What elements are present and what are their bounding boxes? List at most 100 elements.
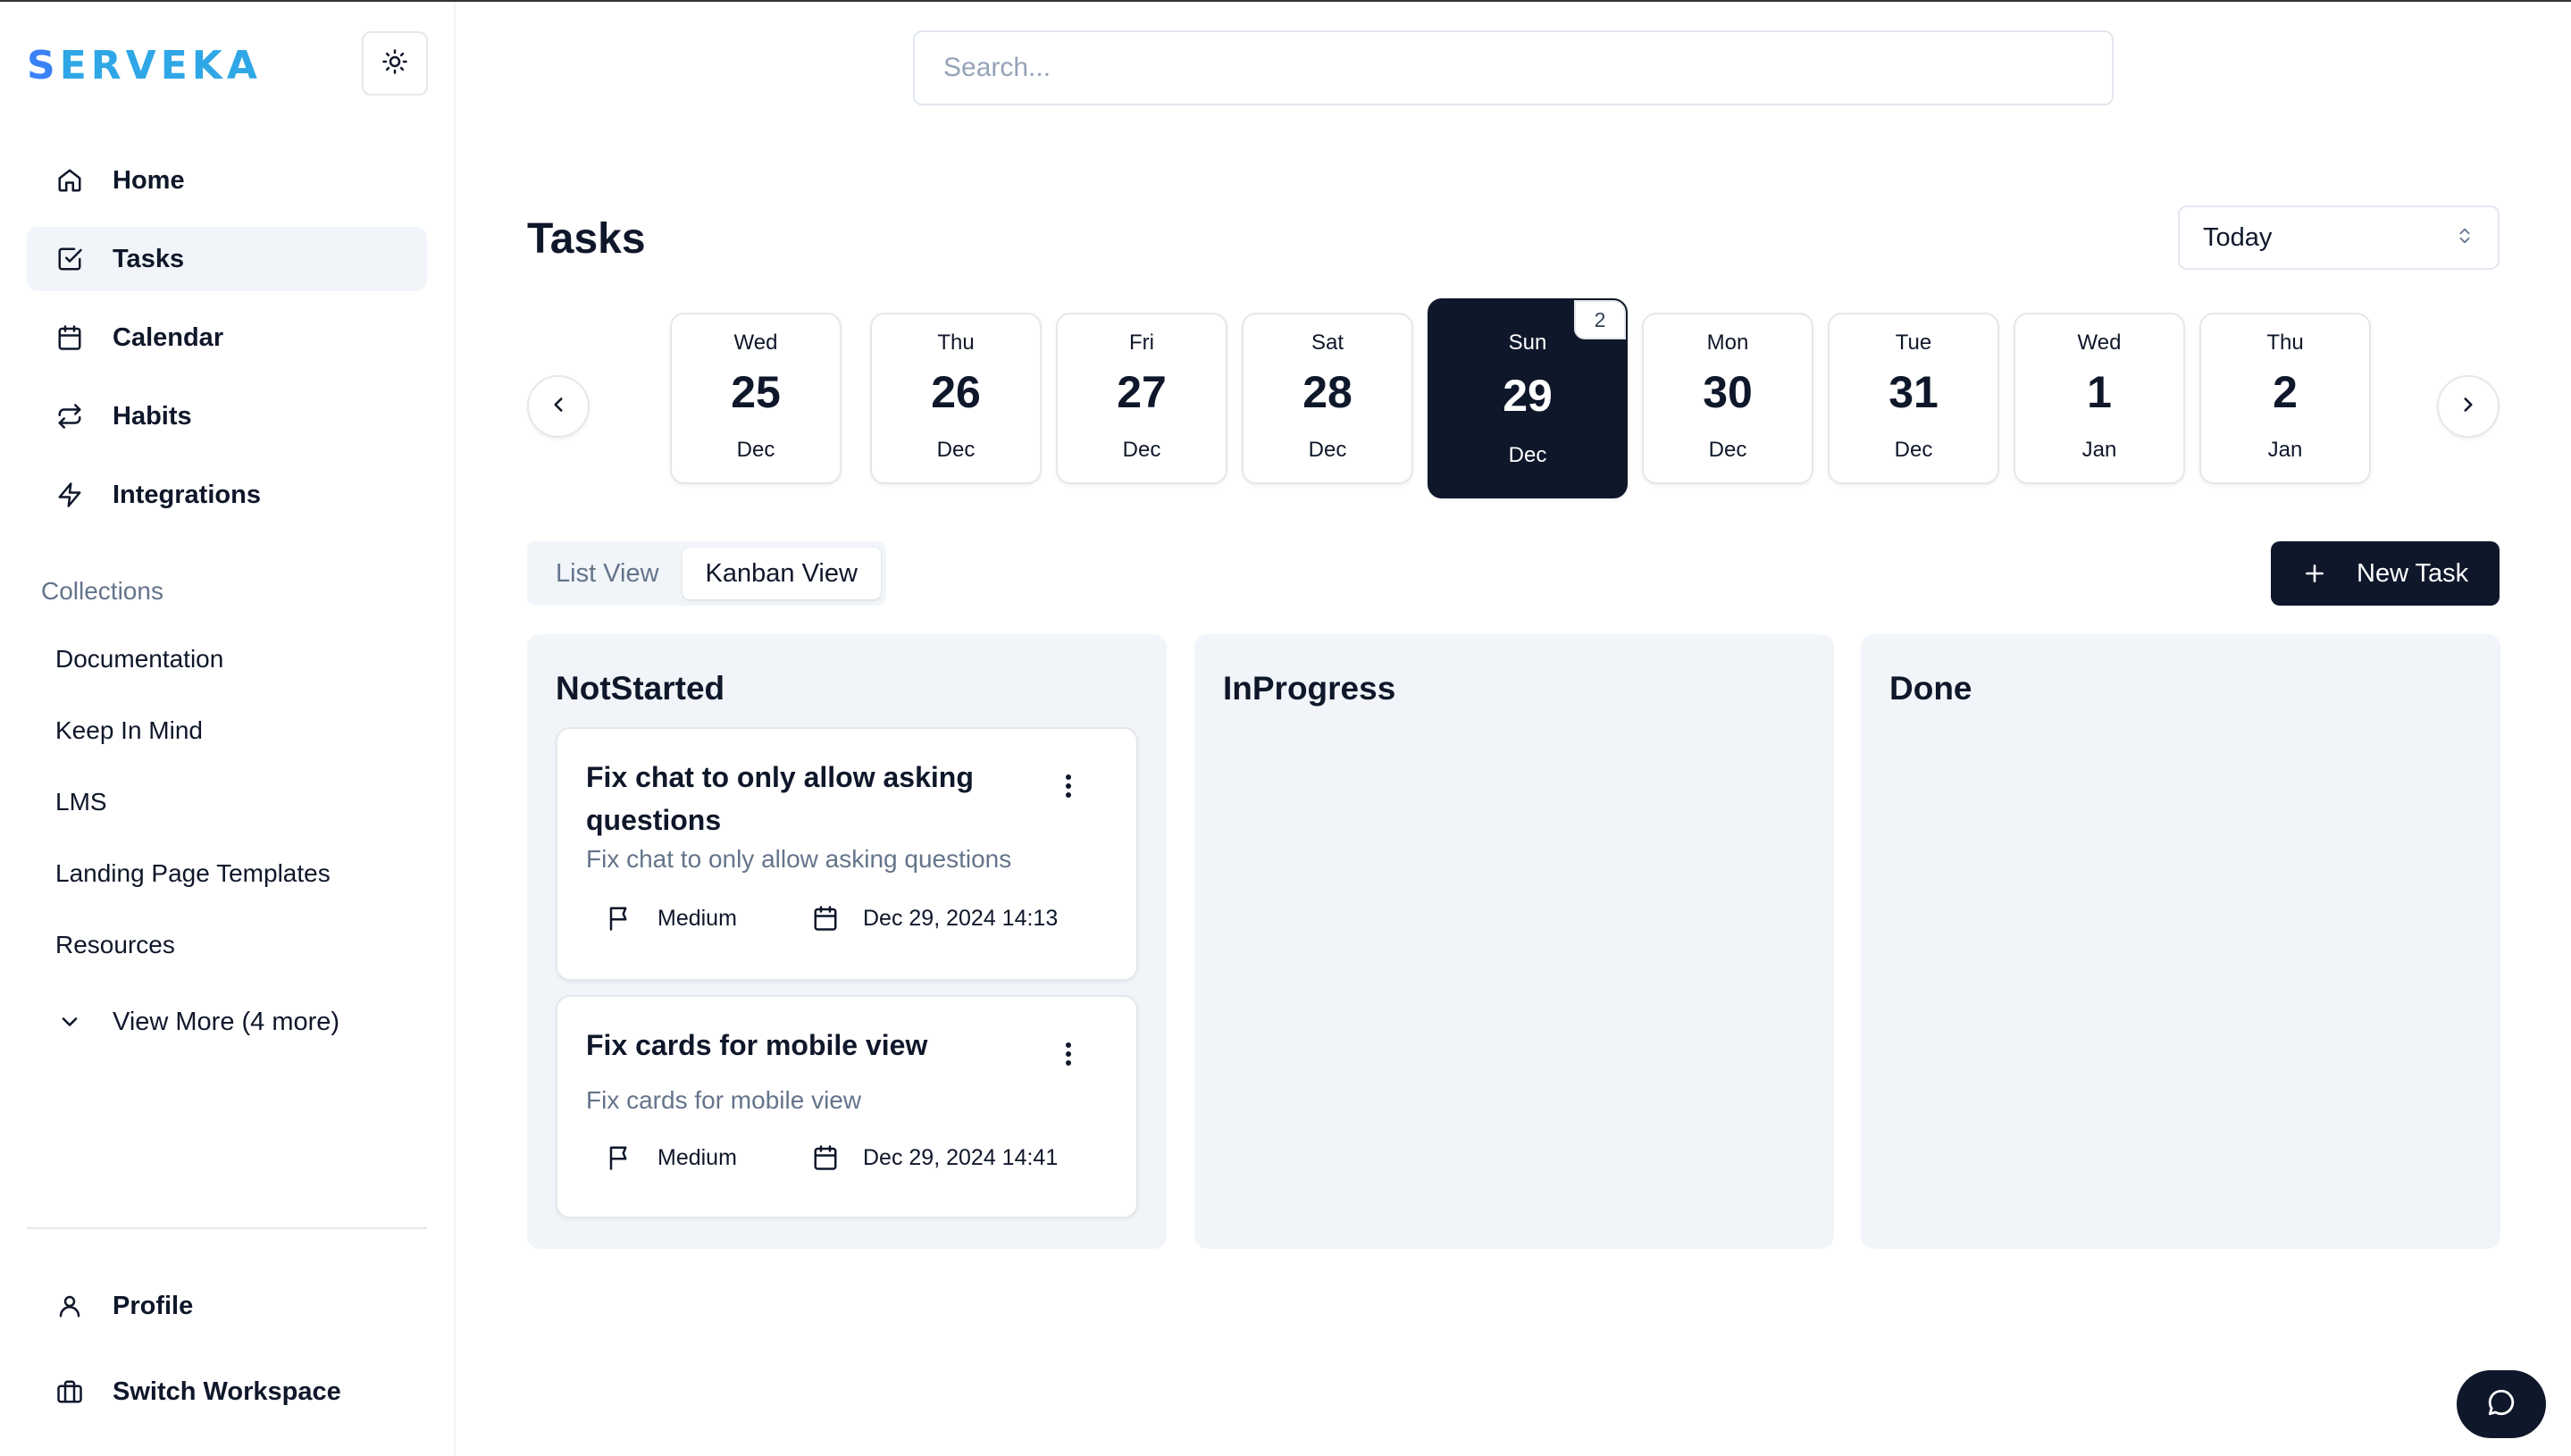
repeat-icon bbox=[54, 400, 86, 432]
day-card[interactable]: Fri 27 Dec bbox=[1056, 313, 1227, 484]
sidebar: S ERVEKA Home Tasks Calendar Habits Integ… bbox=[0, 2, 456, 1456]
date-strip: Wed 25 Dec Thu 26 Dec Fri 27 Dec Sat 28 … bbox=[527, 298, 2500, 498]
view-toggle: List View Kanban View bbox=[527, 541, 886, 606]
column-title: NotStarted bbox=[556, 670, 725, 707]
task-title: Fix cards for mobile view bbox=[586, 1029, 928, 1061]
kanban-column-not-started: NotStarted Fix chat to only allow asking… bbox=[527, 634, 1167, 1249]
day-month: Dec bbox=[1708, 438, 1747, 462]
search-input[interactable] bbox=[913, 30, 2114, 105]
day-number: 28 bbox=[1302, 367, 1352, 417]
day-number: 2 bbox=[2273, 367, 2298, 417]
tab-kanban-view[interactable]: Kanban View bbox=[682, 548, 881, 599]
date-range-select[interactable]: Today bbox=[2178, 205, 2500, 270]
task-card[interactable]: Fix chat to only allow asking questions … bbox=[556, 727, 1138, 981]
bottom-nav: Profile Switch Workspace bbox=[27, 1274, 427, 1445]
sidebar-item-profile[interactable]: Profile bbox=[27, 1274, 427, 1338]
day-weekday: Tue bbox=[1895, 331, 1932, 355]
day-card[interactable]: Thu 2 Jan bbox=[2199, 313, 2371, 484]
sidebar-item-label: Home bbox=[113, 165, 185, 195]
task-menu-button[interactable] bbox=[1051, 770, 1086, 806]
column-title: Done bbox=[1889, 670, 1972, 707]
day-weekday: Thu bbox=[2266, 331, 2304, 355]
day-month: Dec bbox=[1122, 438, 1161, 462]
collection-item-lms[interactable]: LMS bbox=[27, 766, 427, 838]
kanban-column-done: Done bbox=[1861, 634, 2500, 1249]
kanban-column-in-progress: InProgress bbox=[1194, 634, 1834, 1249]
collection-item-documentation[interactable]: Documentation bbox=[27, 623, 427, 695]
sun-icon bbox=[381, 48, 408, 79]
sidebar-item-label: Habits bbox=[113, 401, 192, 431]
prev-dates-button[interactable] bbox=[527, 375, 590, 438]
sidebar-item-switch-workspace[interactable]: Switch Workspace bbox=[27, 1360, 427, 1424]
day-month: Dec bbox=[1508, 443, 1547, 467]
day-month: Dec bbox=[1894, 438, 1933, 462]
sidebar-item-label: Calendar bbox=[113, 322, 224, 352]
user-icon bbox=[54, 1290, 86, 1322]
sidebar-item-label: Integrations bbox=[113, 480, 261, 509]
sidebar-item-label: Switch Workspace bbox=[113, 1377, 341, 1406]
task-description: Fix cards for mobile view bbox=[586, 1086, 862, 1114]
task-card[interactable]: Fix cards for mobile view Fix cards for … bbox=[556, 995, 1138, 1218]
next-dates-button[interactable] bbox=[2437, 375, 2500, 438]
lightning-icon bbox=[54, 479, 86, 511]
tab-list-view[interactable]: List View bbox=[532, 548, 683, 599]
collections-heading: Collections bbox=[41, 577, 163, 605]
task-description: Fix chat to only allow asking questions bbox=[586, 845, 1012, 873]
task-meta: Medium Dec 29, 2024 14:13 bbox=[604, 902, 1122, 934]
calendar-icon bbox=[809, 902, 842, 934]
sidebar-item-habits[interactable]: Habits bbox=[27, 384, 427, 448]
day-weekday: Wed bbox=[733, 331, 778, 355]
task-due-date: Dec 29, 2024 14:41 bbox=[863, 1144, 1059, 1170]
task-title: Fix chat to only allow asking questions bbox=[586, 761, 974, 836]
view-more-button[interactable]: View More (4 more) bbox=[27, 990, 427, 1054]
flag-icon bbox=[604, 902, 636, 934]
checkbox-icon bbox=[54, 243, 86, 275]
flag-icon bbox=[604, 1142, 636, 1174]
sidebar-item-calendar[interactable]: Calendar bbox=[27, 305, 427, 370]
page-title: Tasks bbox=[527, 215, 646, 263]
day-card[interactable]: Mon 30 Dec bbox=[1642, 313, 1813, 484]
day-month: Jan bbox=[2267, 438, 2303, 462]
more-vertical-icon bbox=[1064, 1041, 1073, 1072]
sidebar-item-tasks[interactable]: Tasks bbox=[27, 227, 427, 291]
task-count-badge: 2 bbox=[1574, 300, 1626, 339]
day-weekday: Thu bbox=[937, 331, 975, 355]
day-month: Dec bbox=[736, 438, 775, 462]
day-card[interactable]: Wed 25 Dec bbox=[670, 313, 842, 484]
briefcase-icon bbox=[54, 1376, 86, 1408]
new-task-button[interactable]: New Task bbox=[2271, 541, 2500, 606]
chevron-left-icon bbox=[547, 393, 570, 421]
task-menu-button[interactable] bbox=[1051, 1038, 1086, 1074]
chevron-right-icon bbox=[2457, 393, 2480, 421]
chevron-down-icon bbox=[54, 1009, 86, 1034]
collection-item-keep-in-mind[interactable]: Keep In Mind bbox=[27, 695, 427, 766]
collection-item-landing-page-templates[interactable]: Landing Page Templates bbox=[27, 838, 427, 909]
new-task-label: New Task bbox=[2357, 558, 2469, 588]
task-meta: Medium Dec 29, 2024 14:41 bbox=[604, 1142, 1122, 1174]
day-weekday: Sun bbox=[1508, 331, 1547, 355]
theme-toggle-button[interactable] bbox=[362, 31, 428, 96]
sidebar-item-home[interactable]: Home bbox=[27, 148, 427, 213]
logo-letter: S bbox=[27, 42, 60, 88]
day-card[interactable]: Wed 1 Jan bbox=[2014, 313, 2185, 484]
sidebar-item-label: Profile bbox=[113, 1291, 194, 1320]
day-weekday: Fri bbox=[1129, 331, 1154, 355]
brand-logo[interactable]: S ERVEKA bbox=[27, 43, 262, 88]
day-number: 1 bbox=[2087, 367, 2112, 417]
day-card[interactable]: Thu 26 Dec bbox=[870, 313, 1042, 484]
day-card[interactable]: Tue 31 Dec bbox=[1828, 313, 1999, 484]
date-range-value: Today bbox=[2203, 222, 2273, 252]
day-card-selected[interactable]: Sun 29 Dec 2 bbox=[1428, 298, 1628, 498]
day-number: 29 bbox=[1503, 371, 1553, 421]
task-priority: Medium bbox=[657, 905, 737, 931]
day-number: 30 bbox=[1703, 367, 1753, 417]
task-priority: Medium bbox=[657, 1144, 737, 1170]
main-nav: Home Tasks Calendar Habits Integrations bbox=[27, 148, 427, 541]
day-weekday: Sat bbox=[1311, 331, 1344, 355]
collection-item-resources[interactable]: Resources bbox=[27, 909, 427, 981]
day-card[interactable]: Sat 28 Dec bbox=[1242, 313, 1413, 484]
chat-button[interactable] bbox=[2457, 1370, 2546, 1438]
day-number: 25 bbox=[731, 367, 781, 417]
sidebar-item-integrations[interactable]: Integrations bbox=[27, 463, 427, 527]
day-weekday: Wed bbox=[2077, 331, 2122, 355]
